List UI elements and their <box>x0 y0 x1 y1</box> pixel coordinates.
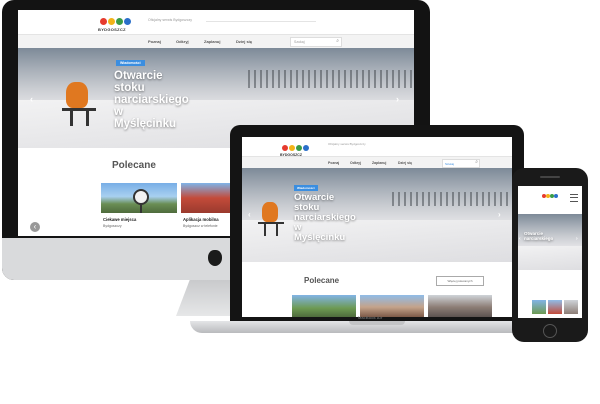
card-thumb-3[interactable] <box>428 295 492 317</box>
card-thumb-2[interactable] <box>548 300 562 314</box>
search-icon[interactable]: ⌕ <box>336 38 339 44</box>
card-text: Bydgoszczy <box>103 224 122 228</box>
nav-item-zaplanuj[interactable]: Zaplanuj <box>372 161 386 165</box>
nav-item-odkryj[interactable]: Odkryj <box>176 39 189 44</box>
topbar-text: Oficjalny serwis Bydgoszczy <box>148 18 192 22</box>
hero-badge[interactable]: Wiadomości <box>294 185 318 191</box>
card-thumb-2[interactable] <box>360 295 424 317</box>
site-logo[interactable] <box>100 18 131 25</box>
hero-slider: Wiadomości Otwarcie stoku narciarskiego … <box>242 168 512 262</box>
hero-title[interactable]: Otwarcie narciarskiego <box>524 231 553 241</box>
phone-device: Otwarcie narciarskiego ‹ › <box>512 168 588 342</box>
snow-cannon <box>66 82 88 108</box>
logo-text: BYDGOSZCZ <box>98 27 126 32</box>
search-input[interactable]: Szukaj ⌕ <box>290 37 342 47</box>
section-title-polecane: Polecane <box>112 160 156 171</box>
apple-logo-icon <box>208 250 222 266</box>
hero-title[interactable]: Otwarcie stoku narciarskiego w Myślęcink… <box>294 193 356 243</box>
phone-screen: Otwarcie narciarskiego ‹ › <box>518 186 582 318</box>
nav-item-dzieje-sie[interactable]: Dziej się <box>236 39 252 44</box>
menu-icon[interactable] <box>570 194 578 202</box>
site-logo[interactable] <box>282 145 309 151</box>
card-thumb-3[interactable] <box>564 300 578 314</box>
card-ciekawe-miejsca[interactable]: Ciekawe miejsca Bydgoszczy <box>101 183 177 236</box>
laptop-screen: BYDGOSZCZ Oficjalny serwis Bydgoszczy Po… <box>242 137 512 317</box>
hero-prev-arrow[interactable]: ‹ <box>248 210 251 219</box>
card-thumb-1[interactable] <box>292 295 356 317</box>
ski-slope <box>518 246 582 270</box>
card-thumb-1[interactable] <box>532 300 546 314</box>
hero-slider: Otwarcie narciarskiego ‹ › <box>518 214 582 270</box>
search-icon[interactable]: ⌕ <box>475 159 478 165</box>
snow-cannon <box>262 202 278 222</box>
phone-home-button[interactable] <box>543 324 557 338</box>
hero-badge[interactable]: Wiadomości <box>116 60 145 66</box>
hero-title[interactable]: Otwarcie stoku narciarskiego w Myślęcink… <box>114 70 189 130</box>
nav-item-poznaj[interactable]: Poznaj <box>148 39 161 44</box>
ski-slope <box>242 220 512 262</box>
site-header: BYDGOSZCZ Oficjalny serwis Bydgoszczy Po… <box>18 10 414 52</box>
hero-prev-arrow[interactable]: ‹ <box>30 94 33 104</box>
section-title-polecane: Polecane <box>304 276 340 285</box>
hero-next-arrow[interactable]: › <box>396 94 399 104</box>
card-text: Bydgoszcz w telefonie <box>183 224 218 228</box>
search-input[interactable]: Szukaj ⌕ <box>442 159 480 168</box>
hero-prev-arrow[interactable]: ‹ <box>519 236 521 242</box>
more-recommended-button[interactable]: Więcej polecanych <box>436 276 484 286</box>
treeline <box>392 192 512 206</box>
hero-next-arrow[interactable]: › <box>576 236 578 242</box>
nav-item-odkryj[interactable]: Odkryj <box>350 161 361 165</box>
card-thumb <box>101 183 177 213</box>
nav-item-poznaj[interactable]: Poznaj <box>328 161 339 165</box>
card-title: Ciekawe miejsca <box>103 217 137 222</box>
cards-prev-button[interactable]: ‹ <box>30 222 40 232</box>
nav-item-zaplanuj[interactable]: Zaplanuj <box>204 39 220 44</box>
laptop-device: BYDGOSZCZ Oficjalny serwis Bydgoszczy Po… <box>230 125 524 323</box>
topbar-text: Oficjalny serwis Bydgoszczy <box>328 142 366 146</box>
treeline <box>248 70 414 88</box>
card-title: Aplikacja mobilna <box>183 217 219 222</box>
phone-speaker <box>540 176 560 178</box>
site-logo[interactable] <box>542 194 558 198</box>
nav-item-dzieje-sie[interactable]: Dziej się <box>398 161 412 165</box>
laptop-hinge-notch <box>349 321 405 325</box>
laptop-label: MacBook Air <box>358 315 383 320</box>
hero-next-arrow[interactable]: › <box>498 210 501 219</box>
phone-header <box>518 186 582 214</box>
topbar-divider <box>206 21 316 22</box>
